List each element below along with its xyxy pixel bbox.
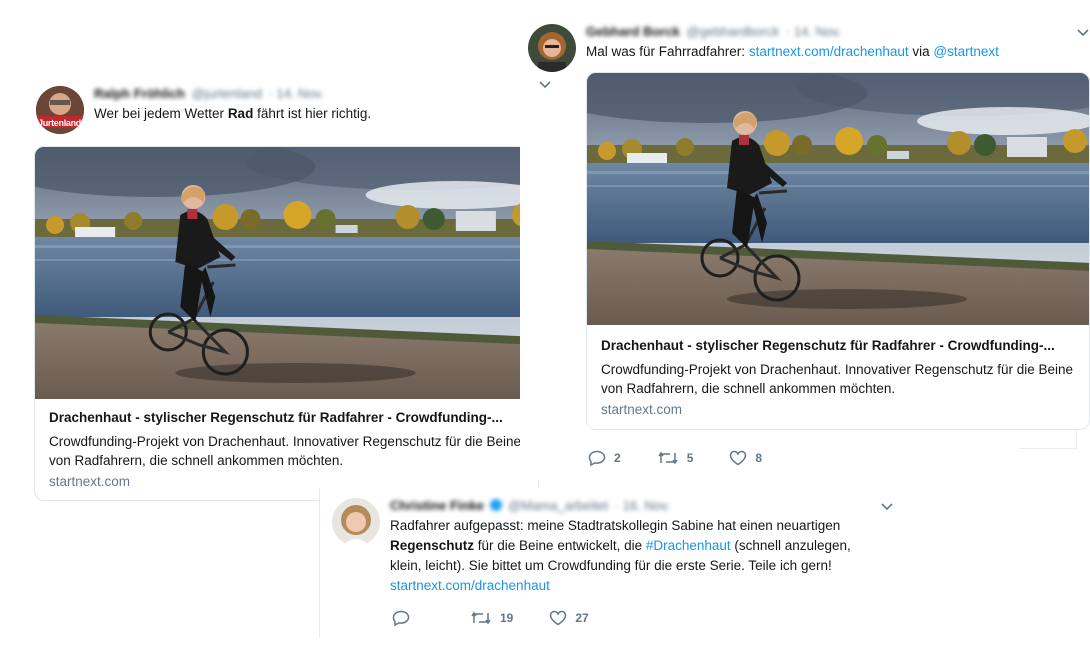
reply-icon [588,450,606,466]
author-name[interactable]: Gebhard Borck [586,24,680,39]
tweet-actions: 19 27 [392,610,625,626]
author-handle[interactable]: @gebhardborck [687,24,780,39]
card-border-bottom [1020,448,1077,449]
text-bold: Regenschutz [390,538,475,553]
card-description: Crowdfunding-Projekt von Drachenhaut. In… [49,434,522,468]
text-part: via [908,44,934,59]
card-body: Drachenhaut - stylischer Regenschutz für… [35,409,538,489]
author-handle[interactable]: @Mama_arbeitet [508,498,608,513]
tweet-actions: 2 5 8 [588,450,798,466]
avatar-image [332,498,380,546]
card-image [35,147,539,399]
retweet-button[interactable]: 19 [470,610,513,626]
retweet-icon [658,451,678,465]
author-handle[interactable]: @jurtenland [192,86,262,101]
tweet-date[interactable]: · 14. Nov. [786,24,841,39]
avatar[interactable] [528,24,576,72]
verified-icon [489,499,502,511]
like-count: 27 [575,611,589,625]
author-name[interactable]: Ralph Fröhlich [94,86,185,101]
retweet-count: 19 [500,611,514,625]
link-card[interactable]: Drachenhaut - stylischer Regenschutz für… [34,146,539,501]
text-part: für die Beine entwickelt, die [474,538,646,553]
tweet-text: Radfahrer aufgepasst: meine Stadtratskol… [390,516,890,596]
reply-icon [392,610,410,626]
card-border-right [1076,430,1077,450]
tweet-link[interactable]: startnext.com/drachenhaut [749,44,909,59]
text-bold: Rad [227,106,254,121]
tweet-header: Ralph Fröhlich @jurtenland · 14. Nov. [94,86,324,101]
avatar-label: Jurtenland [38,118,82,128]
tweet-header: Gebhard Borck @gebhardborck · 14. Nov. [586,24,841,39]
text-part: Wer bei jedem Wetter [94,106,228,121]
tweet-text: Wer bei jedem Wetter Rad fährt ist hier … [94,104,534,124]
card-domain: startnext.com [601,402,683,417]
author-name[interactable]: Christine Finke [390,498,484,513]
tweet-header: Christine Finke @Mama_arbeitet · 16. Nov… [390,498,670,513]
card-title: Drachenhaut - stylischer Regenschutz für… [601,338,1055,353]
chevron-down-icon[interactable] [880,502,894,512]
tweet-gebhard: Gebhard Borck @gebhardborck · 14. Nov. M… [520,10,1090,480]
mention-link[interactable]: @startnext [933,44,998,59]
text-part: fährt ist hier richtig. [253,106,372,121]
avatar[interactable]: Jurtenland [36,86,84,134]
text-part: (schnell anzulegen, [730,538,851,553]
tweet-ralph: Jurtenland Ralph Fröhlich @jurtenland · … [30,80,542,504]
card-body: Drachenhaut - stylischer Regenschutz für… [587,337,1089,417]
card-title: Drachenhaut - stylischer Regenschutz für… [49,410,503,425]
tweet-date[interactable]: · 16. Nov. [615,498,670,513]
text-part: Mal was für Fahrradfahrer: [586,44,749,59]
tweet-text: Mal was für Fahrradfahrer: startnext.com… [586,42,1076,62]
link-card[interactable]: Drachenhaut - stylischer Regenschutz für… [586,72,1090,430]
tweet-christine: Christine Finke @Mama_arbeitet · 16. Nov… [320,488,910,638]
like-button[interactable]: 27 [549,610,589,626]
retweet-button[interactable]: 5 [657,450,694,466]
text-line: Radfahrer aufgepasst: meine Stadtratskol… [390,518,841,533]
card-domain: startnext.com [49,474,131,489]
like-count: 8 [755,451,763,465]
retweet-count: 5 [686,451,694,465]
text-line: Regenschutz für die Beine entwickelt, di… [390,536,890,556]
like-icon [550,610,567,626]
avatar-image [528,24,576,72]
like-button[interactable]: 8 [729,450,762,466]
chevron-down-icon[interactable] [538,80,552,90]
avatar[interactable] [332,498,380,546]
like-icon [730,450,747,466]
tweet-link[interactable]: startnext.com/drachenhaut [390,576,890,596]
tweet-date[interactable]: · 14. Nov. [269,86,324,101]
text-line: klein, leicht). Sie bittet um Crowdfundi… [390,558,832,573]
retweet-icon [471,611,491,625]
hashtag-link[interactable]: #Drachenhaut [646,538,731,553]
card-image [587,73,1090,325]
reply-button[interactable] [392,610,418,626]
reply-button[interactable]: 2 [588,450,621,466]
reply-count: 2 [614,451,621,465]
chevron-down-icon[interactable] [1076,28,1090,38]
card-description: Crowdfunding-Projekt von Drachenhaut. In… [601,362,1074,396]
